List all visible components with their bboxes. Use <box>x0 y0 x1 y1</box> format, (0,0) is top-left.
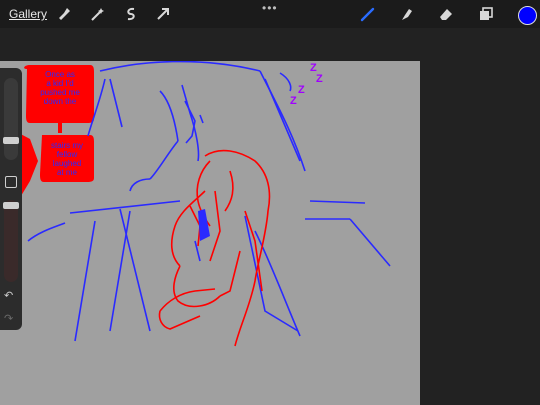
wrench-icon[interactable] <box>57 6 73 22</box>
smudge-icon[interactable] <box>399 6 415 22</box>
red-sketch-lines <box>158 149 271 347</box>
brush-size-slider[interactable] <box>4 78 18 160</box>
undo-button[interactable]: ↶ <box>4 289 13 302</box>
brush-size-handle[interactable] <box>3 137 19 144</box>
top-toolbar: Gallery ••• <box>0 0 540 28</box>
sketch-artwork <box>0 61 391 347</box>
side-tool-panel: ↶ ↷ <box>0 68 22 330</box>
opacity-handle[interactable] <box>3 202 19 209</box>
transform-arrow-icon[interactable] <box>155 6 171 22</box>
magic-wand-icon[interactable] <box>90 6 106 22</box>
selection-icon[interactable] <box>123 6 139 22</box>
opacity-slider[interactable] <box>4 200 18 282</box>
drawing-canvas[interactable]: Once as a kid I'd pushed me down the sta… <box>0 61 420 405</box>
layers-icon[interactable] <box>478 6 494 22</box>
eyedropper-modify-button[interactable] <box>5 176 17 188</box>
speech-bubble-bottom-text: stairs my fellow laughed at me <box>51 141 83 177</box>
speech-bubble-top-text: Once as a kid I'd pushed me down the <box>40 70 80 106</box>
active-color-swatch[interactable] <box>518 6 537 25</box>
eraser-icon[interactable] <box>438 6 454 22</box>
gallery-button[interactable]: Gallery <box>9 7 47 21</box>
redo-button[interactable]: ↷ <box>4 312 13 325</box>
sleep-marks: Z Z Z Z <box>290 62 323 107</box>
brush-icon[interactable] <box>360 6 376 22</box>
more-menu-icon[interactable]: ••• <box>262 1 278 15</box>
